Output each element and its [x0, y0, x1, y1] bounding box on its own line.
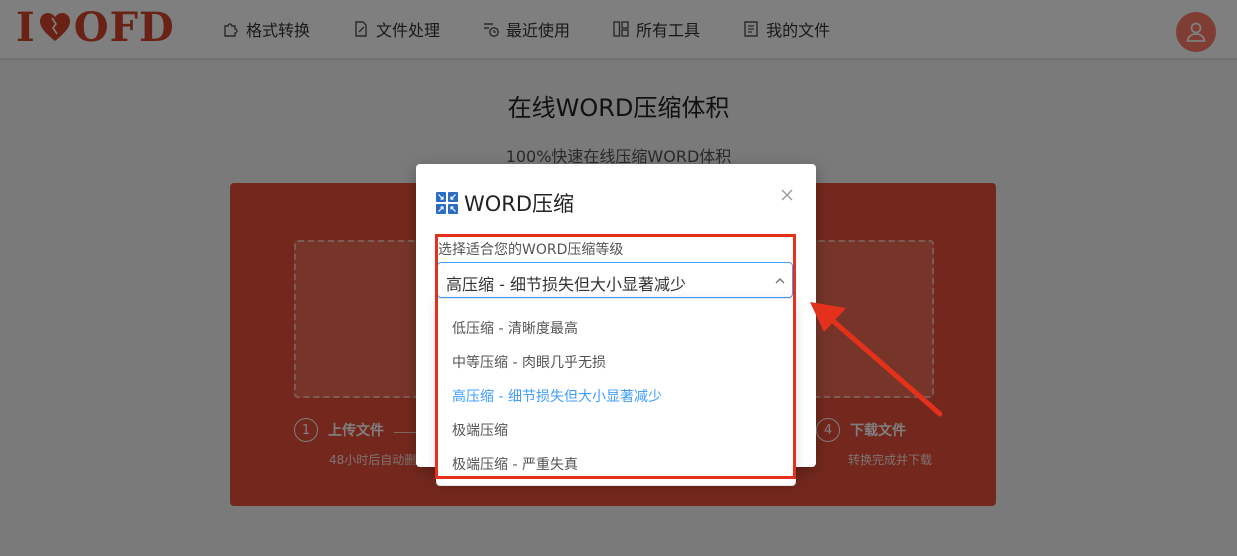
option-medium[interactable]: 中等压缩 - 肉眼几乎无损 [437, 346, 795, 380]
option-extreme[interactable]: 极端压缩 [437, 414, 795, 448]
compression-level-select[interactable]: 高压缩 - 细节损失但大小显著减少 [437, 262, 793, 298]
option-extreme-distortion[interactable]: 极端压缩 - 严重失真 [437, 448, 795, 482]
option-high[interactable]: 高压缩 - 细节损失但大小显著减少 [437, 380, 795, 414]
compression-level-label: 选择适合您的WORD压缩等级 [438, 242, 624, 258]
selected-value: 高压缩 - 细节损失但大小显著减少 [446, 275, 686, 294]
compress-icon [436, 192, 458, 214]
close-icon [781, 189, 793, 201]
close-button[interactable] [778, 186, 796, 204]
dialog-title: WORD压缩 [464, 192, 575, 216]
compression-options-dropdown: 低压缩 - 清晰度最高 中等压缩 - 肉眼几乎无损 高压缩 - 细节损失但大小显… [436, 298, 796, 486]
option-low[interactable]: 低压缩 - 清晰度最高 [437, 312, 795, 346]
chevron-up-icon [775, 278, 785, 284]
dialog-header: WORD压缩 [436, 188, 574, 218]
